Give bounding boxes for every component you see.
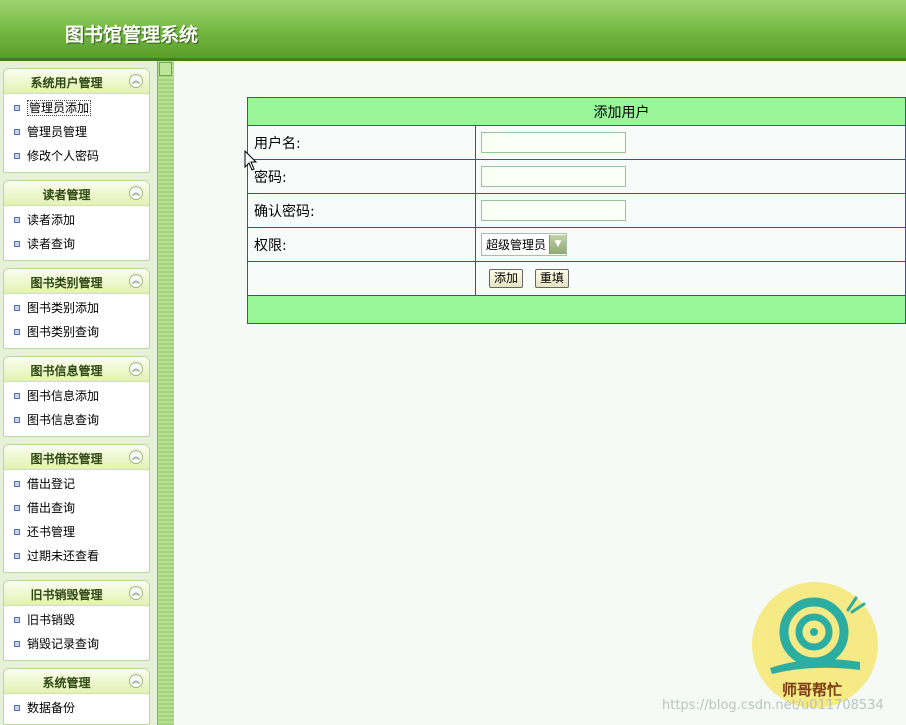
bullet-icon bbox=[14, 240, 20, 247]
chevron-up-icon[interactable]: ︽ bbox=[129, 450, 143, 464]
chevron-up-icon[interactable]: ︽ bbox=[129, 362, 143, 376]
bullet-icon bbox=[14, 416, 20, 423]
bullet-icon bbox=[14, 152, 20, 159]
watermark-caption: 师哥帮忙 bbox=[782, 681, 843, 699]
menu-group-title: 图书借还管理 bbox=[30, 452, 103, 466]
watermark-url: https://blog.csdn.net/u011708534 bbox=[662, 698, 884, 713]
confirm-password-label: 确认密码: bbox=[247, 193, 476, 228]
chevron-up-icon[interactable]: ︽ bbox=[129, 186, 143, 200]
menu-group-readers: 读者管理 ︽ 读者添加 读者查询 bbox=[3, 180, 150, 261]
chevron-down-icon[interactable]: ▼ bbox=[549, 235, 567, 254]
menu-group-header[interactable]: 旧书销毁管理 ︽ bbox=[4, 581, 149, 606]
reset-button[interactable]: 重填 bbox=[534, 269, 569, 288]
menu-item-reader-query[interactable]: 读者查询 bbox=[4, 232, 149, 256]
form-heading: 添加用户 bbox=[247, 97, 906, 126]
menu-group-title: 图书信息管理 bbox=[30, 364, 103, 378]
sidebar: 系统用户管理 ︽ 管理员添加 管理员管理 修改个人密码 读者管理 ︽ 读者添加 … bbox=[0, 61, 159, 725]
bullet-icon bbox=[14, 616, 20, 623]
menu-item-reader-add[interactable]: 读者添加 bbox=[4, 208, 149, 232]
app-title: 图书馆管理系统 bbox=[65, 24, 199, 46]
app-header: 图书馆管理系统 bbox=[0, 0, 906, 61]
menu-item-destroy-records[interactable]: 销毁记录查询 bbox=[4, 632, 149, 656]
sidebar-splitter[interactable] bbox=[157, 61, 174, 725]
bullet-icon bbox=[14, 392, 20, 399]
mouse-cursor-icon bbox=[244, 150, 258, 171]
bullet-icon bbox=[14, 640, 20, 647]
chevron-up-icon[interactable]: ︽ bbox=[129, 674, 143, 688]
bullet-icon bbox=[14, 328, 20, 335]
menu-group-book-categories: 图书类别管理 ︽ 图书类别添加 图书类别查询 bbox=[3, 268, 150, 349]
menu-item-return-manage[interactable]: 还书管理 bbox=[4, 520, 149, 544]
bullet-icon bbox=[14, 104, 20, 111]
bullet-icon bbox=[14, 504, 20, 511]
password-input[interactable] bbox=[481, 166, 626, 187]
username-input[interactable] bbox=[481, 132, 626, 153]
add-user-form: 添加用户 用户名: 密码: 确认密码: 权限: 超级管理员 ▼ 添加 重填 bbox=[247, 97, 906, 324]
bullet-icon bbox=[14, 128, 20, 135]
menu-group-header[interactable]: 图书借还管理 ︽ bbox=[4, 445, 149, 470]
bullet-icon bbox=[14, 528, 20, 535]
role-select[interactable]: 超级管理员 ▼ bbox=[481, 233, 568, 256]
menu-group-borrow-return: 图书借还管理 ︽ 借出登记 借出查询 还书管理 过期未还查看 bbox=[3, 444, 150, 573]
menu-group-system: 系统管理 ︽ 数据备份 bbox=[3, 668, 150, 725]
menu-group-header[interactable]: 系统用户管理 ︽ bbox=[4, 69, 149, 94]
chevron-up-icon[interactable]: ︽ bbox=[129, 274, 143, 288]
password-label: 密码: bbox=[247, 159, 476, 194]
bullet-icon bbox=[14, 480, 20, 487]
username-label: 用户名: bbox=[247, 125, 476, 160]
splitter-toggle-button[interactable] bbox=[159, 62, 172, 76]
menu-item-book-query[interactable]: 图书信息查询 bbox=[4, 408, 149, 432]
menu-group-header[interactable]: 图书类别管理 ︽ bbox=[4, 269, 149, 294]
menu-item-admin-add[interactable]: 管理员添加 bbox=[4, 96, 149, 120]
role-label: 权限: bbox=[247, 227, 476, 262]
form-title: 添加用户 bbox=[593, 104, 650, 121]
menu-item-change-password[interactable]: 修改个人密码 bbox=[4, 144, 149, 168]
menu-item-book-add[interactable]: 图书信息添加 bbox=[4, 384, 149, 408]
menu-item-data-backup[interactable]: 数据备份 bbox=[4, 696, 149, 720]
menu-item-overdue-view[interactable]: 过期未还查看 bbox=[4, 544, 149, 568]
menu-item-book-destroy[interactable]: 旧书销毁 bbox=[4, 608, 149, 632]
menu-item-admin-manage[interactable]: 管理员管理 bbox=[4, 120, 149, 144]
menu-group-book-info: 图书信息管理 ︽ 图书信息添加 图书信息查询 bbox=[3, 356, 150, 437]
bullet-icon bbox=[14, 552, 20, 559]
form-footer bbox=[247, 295, 906, 324]
menu-group-header[interactable]: 系统管理 ︽ bbox=[4, 669, 149, 694]
menu-group-title: 图书类别管理 bbox=[30, 276, 103, 290]
bullet-icon bbox=[14, 304, 20, 311]
menu-group-title: 系统用户管理 bbox=[30, 76, 103, 90]
menu-group-header[interactable]: 读者管理 ︽ bbox=[4, 181, 149, 206]
menu-group-book-destroy: 旧书销毁管理 ︽ 旧书销毁 销毁记录查询 bbox=[3, 580, 150, 661]
menu-group-header[interactable]: 图书信息管理 ︽ bbox=[4, 357, 149, 382]
bullet-icon bbox=[14, 216, 20, 223]
menu-item-borrow-register[interactable]: 借出登记 bbox=[4, 472, 149, 496]
menu-group-system-users: 系统用户管理 ︽ 管理员添加 管理员管理 修改个人密码 bbox=[3, 68, 150, 173]
menu-item-borrow-query[interactable]: 借出查询 bbox=[4, 496, 149, 520]
menu-item-category-add[interactable]: 图书类别添加 bbox=[4, 296, 149, 320]
chevron-up-icon[interactable]: ︽ bbox=[129, 74, 143, 88]
chevron-up-icon[interactable]: ︽ bbox=[129, 586, 143, 600]
menu-group-title: 旧书销毁管理 bbox=[30, 588, 103, 602]
add-button[interactable]: 添加 bbox=[489, 269, 524, 288]
menu-group-title: 系统管理 bbox=[42, 676, 91, 690]
bullet-icon bbox=[14, 704, 20, 711]
confirm-password-input[interactable] bbox=[481, 200, 626, 221]
menu-item-category-query[interactable]: 图书类别查询 bbox=[4, 320, 149, 344]
role-selected-value: 超级管理员 bbox=[486, 238, 547, 252]
menu-group-title: 读者管理 bbox=[42, 188, 91, 202]
